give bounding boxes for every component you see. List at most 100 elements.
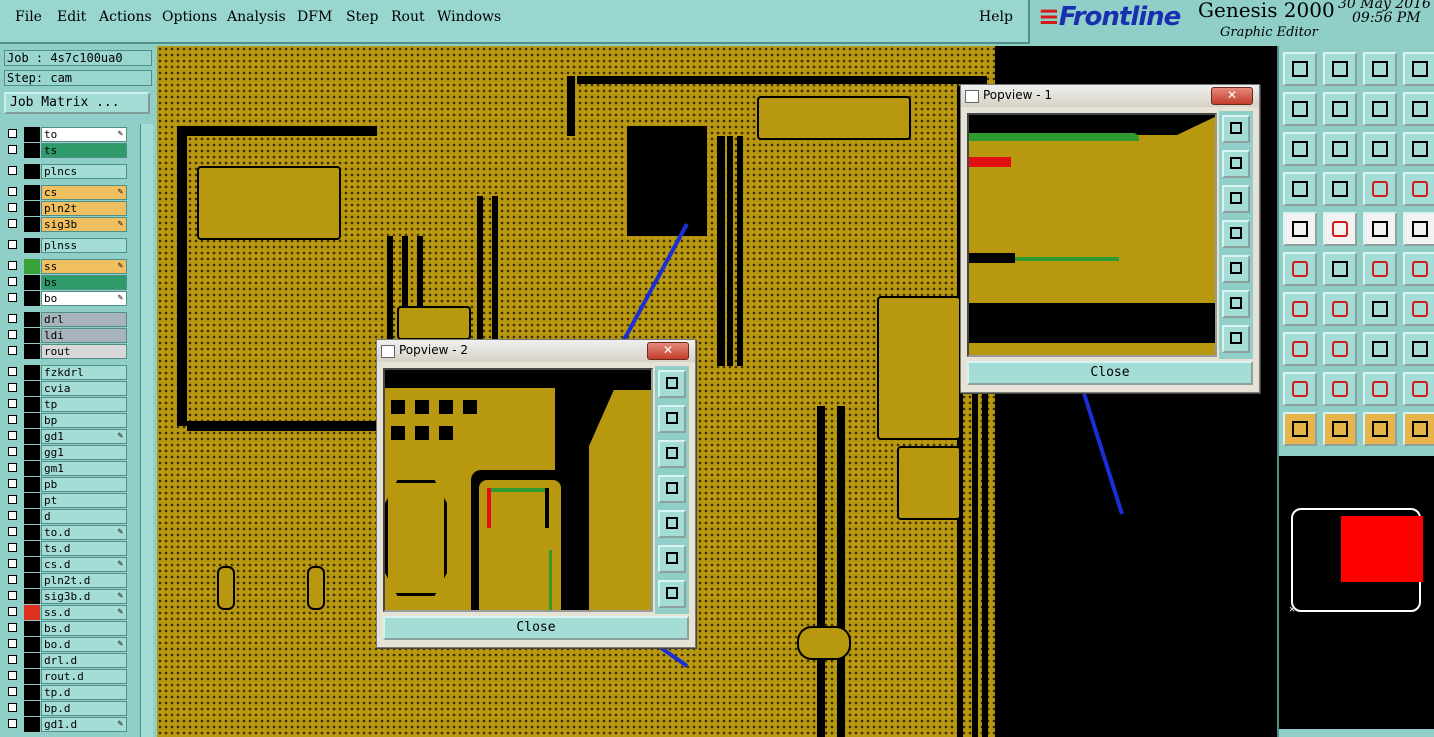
layer-name[interactable]: bo ✎ [41, 291, 127, 306]
layer-checkbox[interactable] [8, 314, 17, 323]
layer-name[interactable]: cvia [41, 381, 127, 396]
layer-row-rout-d[interactable]: rout.d [4, 669, 128, 684]
layer-list-scrollbar[interactable] [140, 124, 153, 737]
fit-icon[interactable] [658, 545, 686, 573]
layer-row-drl[interactable]: drl [4, 312, 128, 327]
resize-icon[interactable] [1363, 332, 1397, 366]
center-icon[interactable] [1222, 325, 1250, 353]
layer-row-plnss[interactable]: plnss [4, 238, 128, 253]
layer-color-swatch[interactable] [24, 312, 40, 327]
layer-name[interactable]: plncs [41, 164, 127, 179]
select-inside-icon[interactable] [1363, 412, 1397, 446]
layer-name[interactable]: to ✎ [41, 127, 127, 142]
layer-row-cs-d[interactable]: cs.d ✎ [4, 557, 128, 572]
layer-row-rout[interactable]: rout [4, 344, 128, 359]
layer-checkbox[interactable] [8, 367, 17, 376]
undo-icon[interactable] [1363, 292, 1397, 326]
window-icon[interactable] [1403, 52, 1434, 86]
clipboard-icon[interactable] [1283, 52, 1317, 86]
layer-color-swatch[interactable] [24, 509, 40, 524]
fit-icon[interactable] [1222, 290, 1250, 318]
layer-color-swatch[interactable] [24, 164, 40, 179]
layer-checkbox[interactable] [8, 399, 17, 408]
select-box-icon[interactable] [1323, 412, 1357, 446]
menu-analysis[interactable]: Analysis [227, 9, 286, 25]
layer-color-swatch[interactable] [24, 275, 40, 290]
layer-row-pln2t[interactable]: pln2t [4, 201, 128, 216]
layer-name[interactable]: gg1 [41, 445, 127, 460]
overview-panel[interactable]: ✕ [1277, 456, 1434, 737]
layer-checkbox[interactable] [8, 655, 17, 664]
layers-icon[interactable] [1363, 172, 1397, 206]
group-icon[interactable] [1403, 332, 1434, 366]
layer-row-ss[interactable]: ss ✎ [4, 259, 128, 274]
layer-row-gd1[interactable]: gd1 ✎ [4, 429, 128, 444]
step-right-icon[interactable] [1222, 255, 1250, 283]
one-to-two-icon[interactable] [1363, 132, 1397, 166]
layer-color-swatch[interactable] [24, 445, 40, 460]
layer-color-swatch[interactable] [24, 381, 40, 396]
layer-name[interactable]: bp.d [41, 701, 127, 716]
layer-checkbox[interactable] [8, 687, 17, 696]
layer-color-swatch[interactable] [24, 127, 40, 142]
layer-name[interactable]: ts [41, 143, 127, 158]
layer-checkbox[interactable] [8, 145, 17, 154]
layer-checkbox[interactable] [8, 591, 17, 600]
layer-checkbox[interactable] [8, 575, 17, 584]
load-icon[interactable] [658, 440, 686, 468]
layer-row-sig3b[interactable]: sig3b ✎ [4, 217, 128, 232]
layer-row-plncs[interactable]: plncs [4, 164, 128, 179]
draw-icon[interactable] [1323, 212, 1357, 246]
layer-name[interactable]: to.d ✎ [41, 525, 127, 540]
layer-color-swatch[interactable] [24, 461, 40, 476]
point-icon[interactable] [1283, 332, 1317, 366]
layer-color-swatch[interactable] [24, 143, 40, 158]
layer-row-bo-d[interactable]: bo.d ✎ [4, 637, 128, 652]
select-icon[interactable] [1283, 412, 1317, 446]
layer-checkbox[interactable] [8, 383, 17, 392]
layer-name[interactable]: gd1 ✎ [41, 429, 127, 444]
layer-color-swatch[interactable] [24, 717, 40, 732]
layer-name[interactable]: fzkdrl [41, 365, 127, 380]
layer-checkbox[interactable] [8, 261, 17, 270]
layer-name[interactable]: cs.d ✎ [41, 557, 127, 572]
layer-checkbox[interactable] [8, 330, 17, 339]
layer-color-swatch[interactable] [24, 669, 40, 684]
layer-name[interactable]: cs ✎ [41, 185, 127, 200]
layer-color-swatch[interactable] [24, 291, 40, 306]
save-icon[interactable] [1222, 150, 1250, 178]
layer-checkbox[interactable] [8, 543, 17, 552]
layer-name[interactable]: sig3b ✎ [41, 217, 127, 232]
menu-file[interactable]: File [15, 9, 42, 25]
box-select-icon[interactable] [1403, 212, 1434, 246]
layer-name[interactable]: gm1 [41, 461, 127, 476]
layer-checkbox[interactable] [8, 415, 17, 424]
layer-checkbox[interactable] [8, 623, 17, 632]
layer-checkbox[interactable] [8, 431, 17, 440]
layer-row-gm1[interactable]: gm1 [4, 461, 128, 476]
layer-checkbox[interactable] [8, 639, 17, 648]
layer-checkbox[interactable] [8, 607, 17, 616]
layer-color-swatch[interactable] [24, 525, 40, 540]
layer-color-swatch[interactable] [24, 259, 40, 274]
popview-1-close-button[interactable]: Close [967, 361, 1253, 385]
layer-color-swatch[interactable] [24, 493, 40, 508]
layer-name[interactable]: pln2t.d [41, 573, 127, 588]
layer-name[interactable]: ss ✎ [41, 259, 127, 274]
cross-icon[interactable] [1323, 252, 1357, 286]
step-left-icon[interactable] [1283, 92, 1317, 126]
layer-checkbox[interactable] [8, 187, 17, 196]
center-icon[interactable] [1323, 132, 1357, 166]
layer-name[interactable]: ss.d ✎ [41, 605, 127, 620]
layer-name[interactable]: tp.d [41, 685, 127, 700]
menu-windows[interactable]: Windows [437, 9, 501, 25]
layer-name[interactable]: ldi [41, 328, 127, 343]
layer-color-swatch[interactable] [24, 477, 40, 492]
step-right-icon[interactable] [1323, 92, 1357, 126]
line-icon[interactable] [1283, 292, 1317, 326]
layer-color-swatch[interactable] [24, 238, 40, 253]
layer-color-swatch[interactable] [24, 328, 40, 343]
layer-row-bp-d[interactable]: bp.d [4, 701, 128, 716]
slash-icon[interactable] [1323, 292, 1357, 326]
layer-row-cs[interactable]: cs ✎ [4, 185, 128, 200]
